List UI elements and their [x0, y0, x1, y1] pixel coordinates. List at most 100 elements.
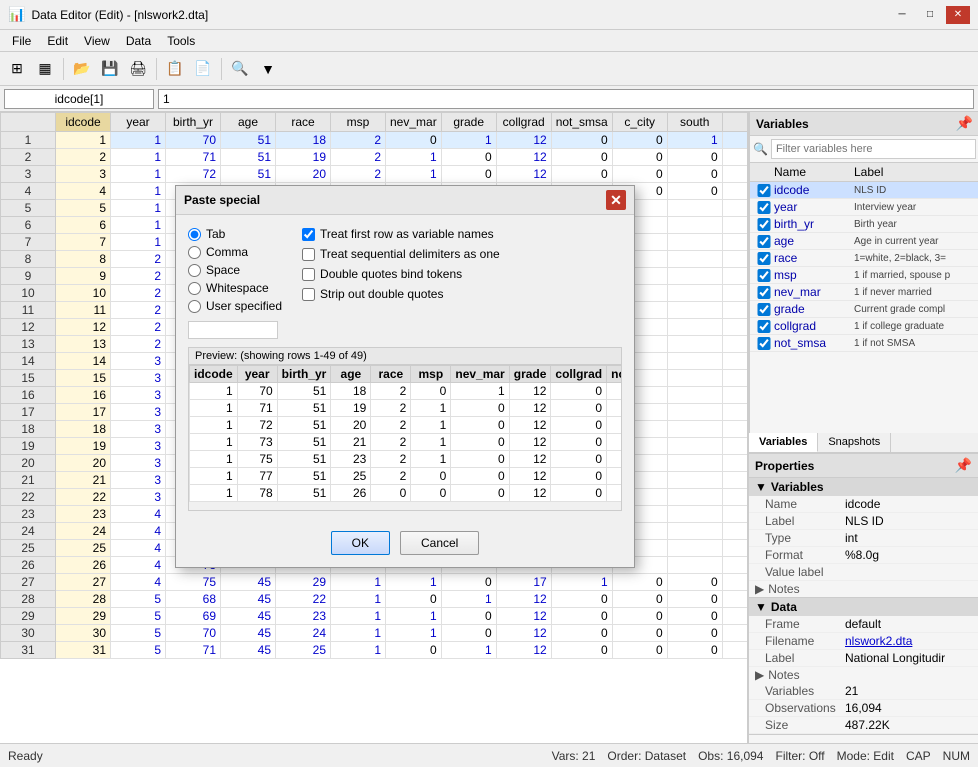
- tab-variables[interactable]: Variables: [749, 433, 818, 452]
- cell[interactable]: 23: [276, 608, 331, 625]
- cell[interactable]: [667, 285, 722, 302]
- cell[interactable]: 3: [111, 438, 166, 455]
- list-item[interactable]: msp 1 if married, spouse p: [750, 267, 978, 284]
- chart-icon[interactable]: ▦: [32, 56, 58, 82]
- cell[interactable]: [667, 455, 722, 472]
- col-header-c_city[interactable]: c_city: [612, 113, 667, 132]
- cell[interactable]: 0: [722, 489, 747, 506]
- cell[interactable]: 3: [111, 404, 166, 421]
- cell[interactable]: 0: [386, 591, 442, 608]
- cell[interactable]: 2: [331, 149, 386, 166]
- cell[interactable]: 0: [551, 149, 612, 166]
- cell[interactable]: 5: [111, 591, 166, 608]
- cell[interactable]: 1: [111, 200, 166, 217]
- cell[interactable]: 0: [722, 506, 747, 523]
- cell[interactable]: 70: [166, 625, 221, 642]
- list-item[interactable]: collgrad 1 if college graduate: [750, 318, 978, 335]
- cell[interactable]: 0: [722, 421, 747, 438]
- cell[interactable]: 29: [56, 608, 111, 625]
- prop-data-notes-expandable[interactable]: ▶ Notes: [749, 667, 978, 683]
- cell[interactable]: [667, 302, 722, 319]
- cell[interactable]: 0: [441, 625, 496, 642]
- cell[interactable]: 13: [56, 336, 111, 353]
- radio-comma[interactable]: Comma: [188, 245, 282, 259]
- var-checkbox[interactable]: [754, 184, 774, 197]
- copy-icon[interactable]: 📋: [162, 56, 188, 82]
- cell[interactable]: 0: [612, 149, 667, 166]
- cell[interactable]: 3: [111, 455, 166, 472]
- cell[interactable]: 22: [56, 489, 111, 506]
- menu-data[interactable]: Data: [118, 30, 159, 52]
- cell[interactable]: 0: [612, 625, 667, 642]
- cell[interactable]: 0: [722, 438, 747, 455]
- preview-table-container[interactable]: idcodeyearbirth_yrageracemspnev_margrade…: [189, 365, 621, 502]
- preview-scroll[interactable]: [189, 502, 621, 510]
- radio-user-specified-input[interactable]: [188, 300, 201, 313]
- cell[interactable]: 3: [111, 353, 166, 370]
- col-header-grade[interactable]: grade: [441, 113, 496, 132]
- cell[interactable]: 45: [221, 625, 276, 642]
- cb-first-row[interactable]: Treat first row as variable names: [302, 227, 500, 241]
- cell[interactable]: 10: [56, 285, 111, 302]
- cell[interactable]: [667, 319, 722, 336]
- cell[interactable]: 71: [166, 642, 221, 659]
- table-row[interactable]: 30305704524110120000: [1, 625, 748, 642]
- var-checkbox[interactable]: [754, 201, 774, 214]
- cell[interactable]: [667, 472, 722, 489]
- cell[interactable]: 0: [722, 319, 747, 336]
- col-header-idcode[interactable]: idcode: [56, 113, 111, 132]
- cell[interactable]: 0: [612, 642, 667, 659]
- var-checkbox[interactable]: [754, 286, 774, 299]
- cell[interactable]: 14: [56, 353, 111, 370]
- cell[interactable]: 12: [496, 149, 551, 166]
- cell[interactable]: 3: [111, 421, 166, 438]
- radio-whitespace-input[interactable]: [188, 282, 201, 295]
- cell[interactable]: [667, 336, 722, 353]
- cell[interactable]: 2: [111, 302, 166, 319]
- user-specified-input[interactable]: [188, 321, 278, 339]
- table-row[interactable]: 27274754529110171000: [1, 574, 748, 591]
- cell[interactable]: 11: [56, 302, 111, 319]
- cell[interactable]: 1: [551, 574, 612, 591]
- cell[interactable]: 0: [722, 200, 747, 217]
- cell[interactable]: [667, 421, 722, 438]
- var-checkbox[interactable]: [754, 235, 774, 248]
- cell[interactable]: 0: [441, 574, 496, 591]
- cell[interactable]: 1: [722, 642, 747, 659]
- cell[interactable]: 1: [111, 149, 166, 166]
- minimize-button[interactable]: ─: [890, 6, 914, 24]
- var-checkbox[interactable]: [754, 252, 774, 265]
- cell[interactable]: 0: [722, 472, 747, 489]
- cancel-button[interactable]: Cancel: [400, 531, 479, 555]
- var-checkbox[interactable]: [754, 303, 774, 316]
- cell[interactable]: 12: [56, 319, 111, 336]
- cell[interactable]: 1: [441, 591, 496, 608]
- cell[interactable]: 25: [56, 540, 111, 557]
- cell[interactable]: 0: [722, 608, 747, 625]
- cell[interactable]: 0: [722, 625, 747, 642]
- cell[interactable]: 2: [111, 268, 166, 285]
- cb-sequential[interactable]: Treat sequential delimiters as one: [302, 247, 500, 261]
- cell[interactable]: 4: [111, 540, 166, 557]
- cell[interactable]: 0: [722, 302, 747, 319]
- cell[interactable]: 12: [496, 642, 551, 659]
- cell[interactable]: 0: [441, 608, 496, 625]
- filter-icon[interactable]: ▼: [255, 56, 281, 82]
- cell[interactable]: 1: [331, 608, 386, 625]
- cell[interactable]: 0: [386, 132, 442, 149]
- cell[interactable]: 19: [56, 438, 111, 455]
- cell[interactable]: 3: [111, 489, 166, 506]
- cell[interactable]: 0: [667, 608, 722, 625]
- cell[interactable]: 0: [722, 132, 747, 149]
- cell[interactable]: 15: [56, 370, 111, 387]
- cell[interactable]: [667, 387, 722, 404]
- radio-space[interactable]: Space: [188, 263, 282, 277]
- cell[interactable]: 1: [111, 234, 166, 251]
- cb-sequential-input[interactable]: [302, 248, 315, 261]
- cell[interactable]: [667, 438, 722, 455]
- cell[interactable]: 5: [111, 625, 166, 642]
- cell[interactable]: 0: [386, 642, 442, 659]
- cb-strip-quotes-input[interactable]: [302, 288, 315, 301]
- radio-tab[interactable]: Tab: [188, 227, 282, 241]
- cell[interactable]: 0: [667, 625, 722, 642]
